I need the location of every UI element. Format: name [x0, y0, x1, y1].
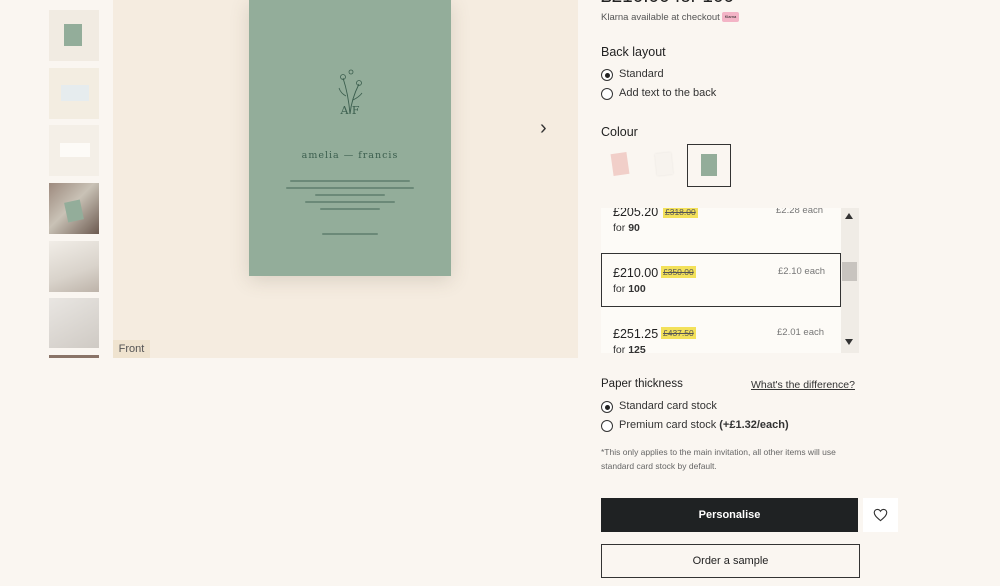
back-layout-add-text-label: Add text to the back — [619, 87, 717, 99]
swatch-blush[interactable] — [601, 144, 641, 184]
heart-icon — [873, 508, 888, 522]
quantity-option-100-selected[interactable]: £210.00 £350.00 £2.10 each for 100 — [601, 253, 841, 307]
next-image-arrow-icon[interactable]: › — [540, 117, 547, 140]
price-header: £210.00 for 100 — [601, 0, 734, 8]
thumbnail-1[interactable] — [49, 10, 99, 61]
card-monogram: A F — [340, 104, 360, 117]
quantity-option-90[interactable]: £205.20 £318.00 £2.28 each for 90 — [601, 208, 841, 254]
thumbnail-4[interactable] — [49, 183, 99, 234]
paper-premium-radio[interactable] — [601, 420, 613, 432]
paper-premium-label: Premium card stock (+£1.32/each) — [619, 419, 789, 431]
scroll-up-arrow-icon[interactable] — [845, 213, 853, 219]
back-layout-standard-label: Standard — [619, 68, 664, 80]
colour-heading: Colour — [601, 125, 638, 139]
quantity-was-price: £350.00 — [661, 266, 696, 278]
swatch-sage-selected[interactable] — [687, 144, 731, 187]
card-names: amelia — francis — [301, 150, 399, 161]
order-sample-button[interactable]: Order a sample — [601, 544, 860, 578]
back-layout-standard-radio[interactable] — [601, 69, 613, 81]
back-layout-heading: Back layout — [601, 45, 666, 59]
personalise-button[interactable]: Personalise — [601, 498, 858, 532]
view-label: Front — [113, 340, 150, 358]
thumbnail-7[interactable] — [49, 355, 99, 358]
quantity-for: for 100 — [613, 283, 646, 295]
thumbnail-6[interactable] — [49, 298, 99, 348]
klarna-text: Klarna available at checkout — [601, 12, 720, 23]
thumbnail-2[interactable] — [49, 68, 99, 119]
quantity-price: £210.00 — [613, 266, 659, 280]
whats-the-difference-link[interactable]: What's the difference? — [751, 379, 855, 391]
paper-standard-radio[interactable] — [601, 401, 613, 413]
thumbnail-3[interactable] — [49, 125, 99, 176]
wishlist-button[interactable] — [863, 498, 898, 532]
paper-thickness-heading: Paper thickness — [601, 378, 683, 390]
quantity-each: £2.10 each — [778, 266, 826, 277]
klarna-logo-icon: Klarna — [722, 12, 739, 22]
paper-note: *This only applies to the main invitatio… — [601, 447, 836, 471]
quantity-option-125[interactable]: £251.25 £437.50 £2.01 each for 125 — [601, 314, 841, 353]
quantity-was-price: £318.00 — [663, 208, 698, 218]
invitation-card: A F amelia — francis — [249, 0, 451, 276]
quantity-was-price: £437.50 — [661, 327, 696, 339]
quantity-each: £2.01 each — [777, 327, 825, 338]
back-layout-add-text-radio[interactable] — [601, 88, 613, 100]
thumbnail-5[interactable] — [49, 241, 99, 292]
swatch-white[interactable] — [644, 144, 684, 184]
quantity-for: for 90 — [613, 222, 640, 234]
quantity-each: £2.28 each — [776, 208, 824, 216]
product-preview: A F amelia — francis › — [113, 0, 578, 358]
scrollbar-thumb[interactable] — [842, 262, 857, 281]
quantity-price: £205.20 — [613, 208, 659, 219]
scroll-down-arrow-icon[interactable] — [845, 339, 853, 345]
quantity-list[interactable]: £205.20 £318.00 £2.28 each for 90 £210.0… — [601, 208, 859, 353]
quantity-price: £251.25 — [613, 327, 659, 341]
quantity-for: for 125 — [613, 344, 646, 353]
paper-standard-label: Standard card stock — [619, 400, 717, 412]
